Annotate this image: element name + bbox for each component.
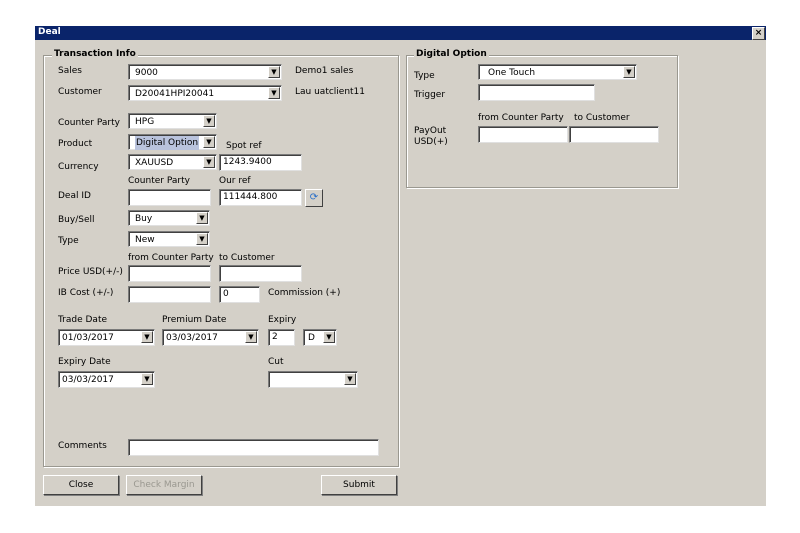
currency-label: Currency [58, 162, 99, 172]
price-to-label: to Customer [219, 253, 275, 263]
title-bar: Deal × [35, 26, 766, 40]
expiry-date-value: 03/03/2017 [62, 375, 114, 385]
chevron-down-icon[interactable]: ▼ [141, 373, 153, 385]
product-label: Product [58, 139, 93, 149]
expiry-input[interactable]: 2 [268, 329, 295, 346]
chevron-down-icon[interactable]: ▼ [245, 331, 257, 343]
chevron-down-icon[interactable]: ▼ [623, 66, 635, 78]
payout-label: PayOut USD(+) [414, 126, 448, 147]
spot-ref-input[interactable]: 1243.9400 [219, 154, 302, 171]
buy-sell-value: Buy [135, 214, 153, 224]
cut-label: Cut [268, 357, 284, 367]
close-button[interactable]: Close [43, 475, 119, 495]
chevron-down-icon[interactable]: ▼ [203, 156, 215, 168]
chevron-down-icon[interactable]: ▼ [344, 373, 356, 385]
payout-to-label: to Customer [574, 113, 630, 123]
digital-type-select[interactable]: One Touch ▼ [478, 64, 637, 80]
type-label: Type [58, 236, 79, 246]
chevron-down-icon[interactable]: ▼ [203, 115, 215, 127]
premium-date-picker[interactable]: 03/03/2017 ▼ [162, 329, 259, 346]
buy-sell-label: Buy/Sell [58, 215, 95, 225]
price-label: Price USD(+/-) [58, 267, 123, 277]
type-select[interactable]: New ▼ [128, 231, 210, 247]
deal-id-counter-party-label: Counter Party [128, 176, 190, 186]
customer-label: Customer [58, 87, 102, 97]
trigger-input[interactable] [478, 84, 595, 101]
sales-label: Sales [58, 66, 82, 76]
chevron-down-icon[interactable]: ▼ [141, 331, 153, 343]
counter-party-value: HPG [135, 117, 155, 127]
chevron-down-icon[interactable]: ▼ [323, 331, 335, 343]
chevron-down-icon[interactable]: ▼ [268, 66, 280, 78]
counter-party-label: Counter Party [58, 118, 120, 128]
ib-cost-input[interactable] [128, 286, 211, 303]
ib-cost-label: IB Cost (+/-) [58, 288, 114, 298]
chevron-down-icon[interactable]: ▼ [268, 87, 280, 99]
buy-sell-select[interactable]: Buy ▼ [128, 210, 210, 226]
spot-ref-label: Spot ref [226, 141, 262, 151]
cut-select[interactable]: ▼ [268, 371, 358, 388]
expiry-date-picker[interactable]: 03/03/2017 ▼ [58, 371, 155, 388]
comments-label: Comments [58, 441, 107, 451]
customer-value: D20041HPI20041 [135, 89, 215, 99]
digital-option-legend: Digital Option [414, 49, 489, 59]
product-value: Digital Option [135, 136, 200, 150]
digital-type-value: One Touch [488, 68, 536, 78]
commission-label: Commission (+) [268, 288, 341, 298]
transaction-info-legend: Transaction Info [52, 49, 138, 59]
trade-date-label: Trade Date [58, 315, 108, 325]
expiry-unit-select[interactable]: D ▼ [303, 329, 337, 346]
currency-value: XAUUSD [135, 158, 174, 168]
comments-input[interactable] [128, 439, 379, 456]
chevron-down-icon[interactable]: ▼ [196, 212, 208, 224]
trigger-label: Trigger [414, 90, 446, 100]
our-ref-label: Our ref [219, 176, 251, 186]
type-value: New [135, 235, 155, 245]
payout-from-label: from Counter Party [478, 113, 564, 123]
window-title: Deal [38, 27, 61, 37]
expiry-date-label: Expiry Date [58, 357, 111, 367]
commission-input[interactable]: 0 [219, 286, 260, 303]
customer-select[interactable]: D20041HPI20041 ▼ [128, 85, 282, 101]
payout-to-input[interactable] [569, 126, 659, 143]
sales-value: 9000 [135, 68, 158, 78]
trade-date-value: 01/03/2017 [62, 333, 114, 343]
premium-date-value: 03/03/2017 [166, 333, 218, 343]
payout-from-input[interactable] [478, 126, 568, 143]
close-window-button[interactable]: × [752, 27, 765, 40]
check-margin-button[interactable]: Check Margin [126, 475, 202, 495]
our-ref-input[interactable]: 111444.800 [219, 189, 302, 206]
chevron-down-icon[interactable]: ▼ [203, 136, 215, 148]
price-from-input[interactable] [128, 265, 211, 282]
product-select[interactable]: Digital Option ▼ [128, 134, 217, 150]
price-from-label: from Counter Party [128, 253, 214, 263]
trade-date-picker[interactable]: 01/03/2017 ▼ [58, 329, 155, 346]
submit-button[interactable]: Submit [321, 475, 397, 495]
expiry-label: Expiry [268, 315, 297, 325]
deal-id-counter-party-input[interactable] [128, 189, 211, 206]
premium-date-label: Premium Date [162, 315, 227, 325]
currency-select[interactable]: XAUUSD ▼ [128, 154, 217, 170]
sales-info: Demo1 sales [295, 66, 354, 76]
price-to-input[interactable] [219, 265, 302, 282]
deal-id-label: Deal ID [58, 191, 91, 201]
sales-select[interactable]: 9000 ▼ [128, 64, 282, 80]
refresh-icon[interactable]: ⟳ [305, 189, 323, 207]
expiry-unit-value: D [308, 333, 315, 343]
counter-party-select[interactable]: HPG ▼ [128, 113, 217, 129]
chevron-down-icon[interactable]: ▼ [196, 233, 208, 245]
digital-type-label: Type [414, 71, 435, 81]
customer-info: Lau uatclient11 [295, 87, 366, 97]
